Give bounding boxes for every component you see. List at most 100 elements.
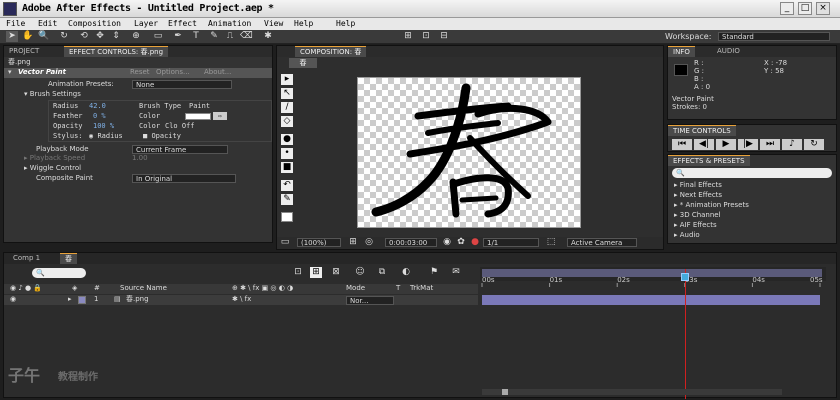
playhead-handle[interactable] bbox=[680, 273, 689, 281]
brainstorm-icon[interactable]: ✉ bbox=[450, 267, 462, 278]
layer-name[interactable]: 春.png bbox=[126, 295, 149, 304]
maximize-button[interactable]: □ bbox=[798, 2, 812, 15]
brush-settings-toggle[interactable]: ▾ Brush Settings bbox=[24, 90, 81, 99]
layer-mode-dropdown[interactable]: Nor... bbox=[346, 296, 394, 305]
draft-3d-icon[interactable]: ⊠ bbox=[330, 267, 342, 278]
menu-view[interactable]: View bbox=[264, 18, 283, 30]
menu-effect[interactable]: Effect bbox=[168, 18, 197, 30]
comp-canvas[interactable] bbox=[357, 77, 581, 228]
menu-edit[interactable]: Edit bbox=[38, 18, 57, 30]
layer-row[interactable]: ◉ ▸ 1 ▤ 春.png ✱ \ fx Nor... bbox=[4, 295, 478, 305]
live-update-icon[interactable]: ⊞ bbox=[310, 267, 322, 278]
audio-icon[interactable]: ♪ bbox=[782, 139, 802, 150]
color-off-value[interactable]: Clo Off bbox=[165, 122, 195, 131]
selection-tool-icon[interactable]: ➤ bbox=[6, 31, 18, 42]
frame-blend-icon[interactable]: ⧉ bbox=[376, 267, 388, 278]
dropper-icon[interactable]: ✎ bbox=[281, 194, 293, 205]
menu-file[interactable]: File bbox=[6, 18, 25, 30]
clone-stamp-tool-icon[interactable]: ⎍ bbox=[224, 31, 236, 42]
reset-link[interactable]: Reset bbox=[130, 68, 150, 77]
playback-mode-dropdown[interactable]: Current Frame bbox=[132, 145, 228, 154]
playback-speed-row[interactable]: ▸ Playback Speed bbox=[24, 154, 85, 163]
camera-dropdown[interactable]: Active Camera bbox=[567, 238, 637, 247]
paint-brush-icon[interactable]: / bbox=[281, 102, 293, 113]
menu-composition[interactable]: Composition bbox=[68, 18, 121, 30]
rectangle-tool-icon[interactable]: ▭ bbox=[152, 31, 164, 42]
graph-editor-icon[interactable]: ⚑ bbox=[428, 267, 440, 278]
minimize-button[interactable]: _ bbox=[780, 2, 794, 15]
preset-item[interactable]: ▸ Final Effects bbox=[674, 181, 722, 190]
timecode-field[interactable]: 0:00:03:00 bbox=[385, 238, 437, 247]
tab-info[interactable]: INFO bbox=[668, 46, 695, 57]
preset-item[interactable]: ▸ Audio bbox=[674, 231, 700, 240]
menu-help[interactable]: Help bbox=[336, 18, 355, 30]
stylus-radius-checkbox[interactable]: ◉ Radius bbox=[89, 132, 123, 141]
puppet-tool-icon[interactable]: ✱ bbox=[262, 31, 274, 42]
pen-tool-icon[interactable]: ✒ bbox=[172, 31, 184, 42]
options-link[interactable]: Options... bbox=[156, 68, 190, 77]
orbit-tool-icon[interactable]: ⟲ bbox=[78, 31, 90, 42]
tab-audio[interactable]: AUDIO bbox=[712, 46, 745, 57]
axis-local-icon[interactable]: ⊞ bbox=[402, 31, 414, 42]
show-snapshot-icon[interactable]: ✿ bbox=[455, 237, 467, 248]
arrow-tool-icon[interactable]: ↖ bbox=[281, 88, 293, 99]
last-frame-icon[interactable]: ⏭ bbox=[760, 139, 780, 150]
preset-item[interactable]: ▸ * Animation Presets bbox=[674, 201, 749, 210]
time-ruler[interactable]: 00s 01s 02s 03s 04s 05s bbox=[480, 273, 826, 287]
effect-toggle-icon[interactable]: ▾ bbox=[8, 68, 12, 77]
shy-icon[interactable]: ☺ bbox=[354, 267, 366, 278]
snapshot-icon[interactable]: ◉ bbox=[441, 237, 453, 248]
mask-icon[interactable]: ◎ bbox=[363, 237, 375, 248]
layer-switch-icons[interactable]: ✱ \ fx bbox=[232, 295, 251, 304]
preset-item[interactable]: ▸ Next Effects bbox=[674, 191, 722, 200]
visibility-icon[interactable]: ◉ bbox=[10, 295, 16, 304]
layer-duration-bar[interactable] bbox=[482, 295, 820, 305]
channel-icon[interactable]: ● bbox=[469, 237, 481, 248]
motion-blur-icon[interactable]: ◐ bbox=[400, 267, 412, 278]
hard-brush-icon[interactable]: • bbox=[281, 148, 293, 159]
brush-type-value[interactable]: Paint bbox=[189, 102, 210, 111]
feather-value[interactable]: 0 % bbox=[93, 112, 106, 121]
resolution-dropdown[interactable]: 1/1 bbox=[483, 238, 539, 247]
grid-icon[interactable]: ⊞ bbox=[347, 237, 359, 248]
brush-tool-icon[interactable]: ✎ bbox=[208, 31, 220, 42]
about-link[interactable]: About... bbox=[204, 68, 231, 77]
tab-composition[interactable]: COMPOSITION: 春 bbox=[295, 46, 367, 57]
preset-item[interactable]: ▸ AIF Effects bbox=[674, 221, 717, 230]
opacity-value[interactable]: 100 % bbox=[93, 122, 114, 131]
animation-presets-dropdown[interactable]: None bbox=[132, 80, 232, 89]
wiggle-control-toggle[interactable]: ▸ Wiggle Control bbox=[24, 164, 81, 173]
tab-effect-controls[interactable]: EFFECT CONTROLS: 春.png bbox=[64, 46, 169, 57]
workspace-dropdown[interactable]: Standard bbox=[718, 32, 830, 41]
tab-effects-presets[interactable]: EFFECTS & PRESETS bbox=[668, 155, 750, 166]
first-frame-icon[interactable]: ⏮ bbox=[672, 139, 692, 150]
timeline-zoom-slider[interactable] bbox=[482, 389, 782, 395]
zoom-dropdown[interactable]: (100%) bbox=[297, 238, 341, 247]
composite-paint-dropdown[interactable]: In Original bbox=[132, 174, 236, 183]
track-z-tool-icon[interactable]: ⇕ bbox=[110, 31, 122, 42]
square-brush-icon[interactable]: ■ bbox=[281, 162, 293, 173]
close-button[interactable]: × bbox=[816, 2, 830, 15]
tab-project[interactable]: PROJECT bbox=[4, 46, 44, 57]
zoom-slider-handle[interactable] bbox=[502, 389, 508, 395]
loop-icon[interactable]: ↻ bbox=[804, 139, 824, 150]
tab-time-controls[interactable]: TIME CONTROLS bbox=[668, 125, 736, 136]
tab-timeline-active[interactable]: 春 bbox=[60, 253, 77, 264]
region-icon[interactable]: ⬚ bbox=[545, 237, 557, 248]
magnify-ratio-icon[interactable]: ▭ bbox=[279, 237, 291, 248]
next-frame-icon[interactable]: |▶ bbox=[738, 139, 758, 150]
paint-color-swatch[interactable] bbox=[281, 212, 293, 222]
undo-stroke-icon[interactable]: ↶ bbox=[281, 180, 293, 191]
rotate-tool-icon[interactable]: ↻ bbox=[58, 31, 70, 42]
text-tool-icon[interactable]: T bbox=[190, 31, 202, 42]
current-time-indicator[interactable] bbox=[684, 269, 686, 399]
menu-layer[interactable]: Layer bbox=[134, 18, 158, 30]
hand-tool-icon[interactable]: ✋ bbox=[22, 31, 34, 42]
play-icon[interactable]: ▸ bbox=[281, 74, 293, 85]
stylus-opacity-checkbox[interactable]: ■ Opacity bbox=[143, 132, 181, 141]
preset-item[interactable]: ▸ 3D Channel bbox=[674, 211, 721, 220]
prev-frame-icon[interactable]: ◀| bbox=[694, 139, 714, 150]
timeline-search-input[interactable]: 🔍 bbox=[32, 268, 86, 278]
source-name-header[interactable]: Source Name bbox=[120, 284, 167, 293]
eraser-tool-icon[interactable]: ⌫ bbox=[240, 31, 253, 42]
